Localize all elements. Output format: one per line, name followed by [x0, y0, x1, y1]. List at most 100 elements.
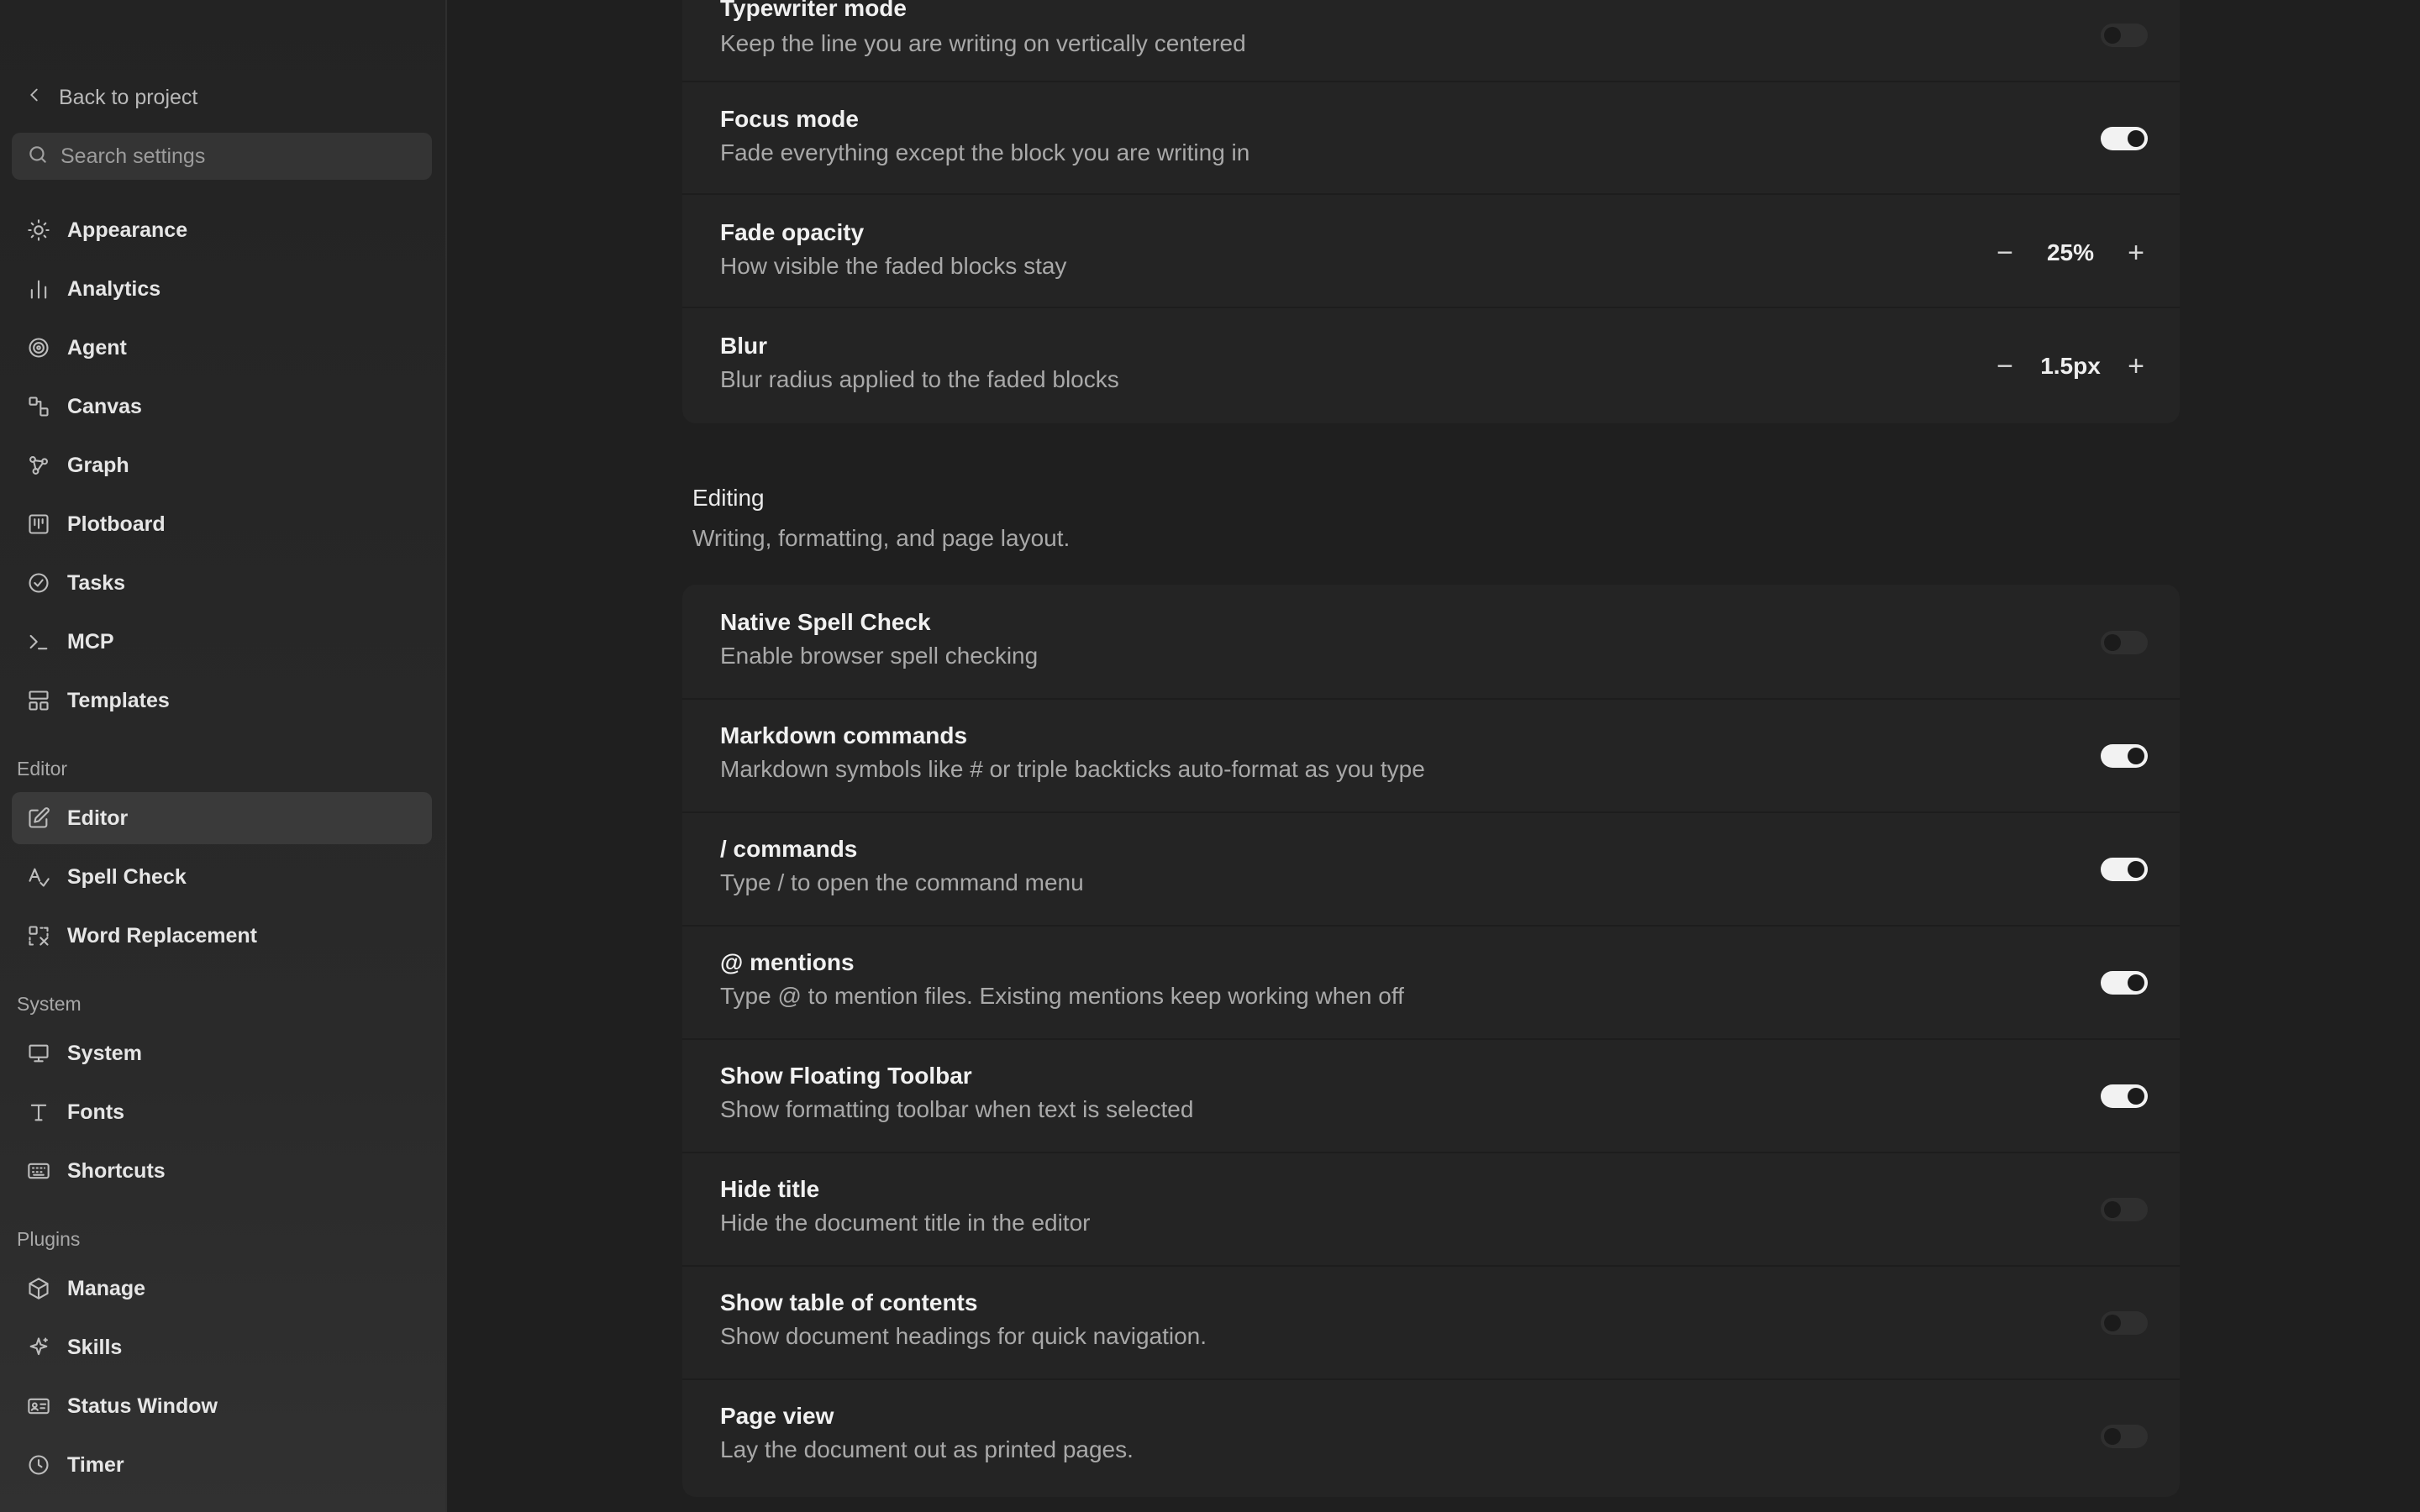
setting-row-table-of-contents: Show table of contents Show document hea…	[682, 1268, 2180, 1380]
sidebar-item-label: Skills	[67, 1335, 123, 1359]
increment-button[interactable]: +	[2118, 234, 2154, 271]
monitor-icon	[27, 1042, 50, 1065]
sidebar-item-shortcuts[interactable]: Shortcuts	[12, 1145, 432, 1197]
table-of-contents-toggle[interactable]	[2101, 1311, 2148, 1335]
package-icon	[27, 1277, 50, 1300]
sidebar-item-spell-check[interactable]: Spell Check	[12, 851, 432, 903]
decrement-button[interactable]: −	[1986, 348, 2023, 385]
blur-stepper: − 1.5px +	[1986, 348, 2154, 385]
group-label-system: System	[17, 993, 82, 1015]
sidebar-item-system[interactable]: System	[12, 1027, 432, 1079]
increment-button[interactable]: +	[2118, 348, 2154, 385]
type-icon	[27, 1100, 50, 1124]
id-card-icon	[27, 1394, 50, 1418]
terminal-icon	[27, 630, 50, 654]
floating-toolbar-toggle[interactable]	[2101, 1084, 2148, 1108]
setting-title: Fade opacity	[720, 219, 865, 245]
setting-description: Show document headings for quick navigat…	[720, 1323, 1207, 1349]
setting-row-typewriter-mode: Typewriter mode Keep the line you are wr…	[682, 0, 2180, 82]
sidebar-item-label: Spell Check	[67, 864, 187, 889]
edit-icon	[27, 806, 50, 830]
setting-title: Native Spell Check	[720, 609, 931, 635]
focus-mode-toggle[interactable]	[2101, 127, 2148, 150]
sidebar-item-fonts[interactable]: Fonts	[12, 1086, 432, 1138]
graph-icon	[27, 454, 50, 477]
section-title-editing: Editing	[692, 485, 765, 511]
slash-commands-toggle[interactable]	[2101, 858, 2148, 881]
setting-title: / commands	[720, 836, 858, 862]
sidebar-item-canvas[interactable]: Canvas	[12, 381, 432, 433]
sidebar-item-templates[interactable]: Templates	[12, 675, 432, 727]
spiral-icon	[27, 336, 50, 360]
bar-chart-icon	[27, 277, 50, 301]
sidebar-item-label: Agent	[67, 335, 127, 360]
sidebar-item-analytics[interactable]: Analytics	[12, 263, 432, 315]
sun-icon	[27, 218, 50, 242]
setting-title: Typewriter mode	[720, 0, 907, 21]
sidebar-item-timer[interactable]: Timer	[12, 1439, 432, 1491]
search-input[interactable]	[60, 144, 413, 169]
native-spell-check-toggle[interactable]	[2101, 631, 2148, 654]
setting-description: Keep the line you are writing on vertica…	[720, 30, 1246, 56]
board-icon	[27, 512, 50, 536]
search-icon	[27, 144, 49, 170]
sidebar-item-label: System	[67, 1041, 142, 1065]
sidebar-item-word-replacement[interactable]: Word Replacement	[12, 910, 432, 962]
setting-row-markdown-commands: Markdown commands Markdown symbols like …	[682, 701, 2180, 813]
fade-opacity-stepper: − 25% +	[1986, 234, 2154, 271]
setting-description: Enable browser spell checking	[720, 643, 1039, 669]
setting-description: How visible the faded blocks stay	[720, 253, 1067, 279]
setting-title: Show Floating Toolbar	[720, 1063, 972, 1089]
hide-title-toggle[interactable]	[2101, 1198, 2148, 1221]
sidebar-item-label: Appearance	[67, 218, 188, 242]
setting-description: Type / to open the command menu	[720, 869, 1084, 895]
decrement-button[interactable]: −	[1986, 234, 2023, 271]
setting-title: Markdown commands	[720, 722, 968, 748]
setting-description: Fade everything except the block you are…	[720, 139, 1250, 165]
setting-row-floating-toolbar: Show Floating Toolbar Show formatting to…	[682, 1041, 2180, 1153]
page-view-toggle[interactable]	[2101, 1425, 2148, 1448]
sidebar-item-label: Shortcuts	[67, 1158, 166, 1183]
sidebar-item-skills[interactable]: Skills	[12, 1321, 432, 1373]
sidebar-item-label: Editor	[67, 806, 129, 830]
sidebar-item-editor[interactable]: Editor	[12, 792, 432, 844]
setting-row-fade-opacity: Fade opacity How visible the faded block…	[682, 196, 2180, 308]
sidebar-item-tasks[interactable]: Tasks	[12, 557, 432, 609]
mentions-toggle[interactable]	[2101, 971, 2148, 995]
setting-row-blur: Blur Blur radius applied to the faded bl…	[682, 309, 2180, 422]
sidebar-item-label: MCP	[67, 629, 114, 654]
setting-row-page-view: Page view Lay the document out as printe…	[682, 1381, 2180, 1494]
canvas-icon	[27, 395, 50, 418]
sidebar-item-plotboard[interactable]: Plotboard	[12, 498, 432, 550]
sidebar-item-label: Graph	[67, 453, 129, 477]
setting-row-slash-commands: / commands Type / to open the command me…	[682, 814, 2180, 927]
setting-title: Focus mode	[720, 106, 859, 132]
clock-icon	[27, 1453, 50, 1477]
blur-value: 1.5px	[2040, 353, 2101, 379]
setting-row-focus-mode: Focus mode Fade everything except the bl…	[682, 82, 2180, 195]
sidebar-item-label: Manage	[67, 1276, 146, 1300]
setting-description: Show formatting toolbar when text is sel…	[720, 1096, 1194, 1122]
sidebar-item-appearance[interactable]: Appearance	[12, 204, 432, 256]
sidebar-item-label: Canvas	[67, 394, 142, 418]
sidebar-item-manage[interactable]: Manage	[12, 1263, 432, 1315]
sidebar-item-graph[interactable]: Graph	[12, 439, 432, 491]
back-to-project-link[interactable]: Back to project	[25, 81, 197, 114]
group-label-editor: Editor	[17, 758, 68, 780]
sidebar-item-label: Fonts	[67, 1100, 125, 1124]
sidebar-item-mcp[interactable]: MCP	[12, 616, 432, 668]
sidebar-item-label: Templates	[67, 688, 170, 712]
sidebar-item-label: Word Replacement	[67, 923, 257, 948]
setting-description: Lay the document out as printed pages.	[720, 1436, 1134, 1462]
typewriter-mode-toggle[interactable]	[2101, 24, 2148, 47]
markdown-commands-toggle[interactable]	[2101, 744, 2148, 768]
section-description-editing: Writing, formatting, and page layout.	[692, 525, 1071, 551]
replace-icon	[27, 924, 50, 948]
sidebar-item-status-window[interactable]: Status Window	[12, 1380, 432, 1432]
sidebar-item-label: Analytics	[67, 276, 161, 301]
sidebar-item-agent[interactable]: Agent	[12, 322, 432, 374]
setting-title: Page view	[720, 1403, 834, 1429]
group-label-plugins: Plugins	[17, 1228, 81, 1250]
fade-opacity-value: 25%	[2046, 239, 2095, 265]
setting-description: Markdown symbols like # or triple backti…	[720, 756, 1425, 782]
